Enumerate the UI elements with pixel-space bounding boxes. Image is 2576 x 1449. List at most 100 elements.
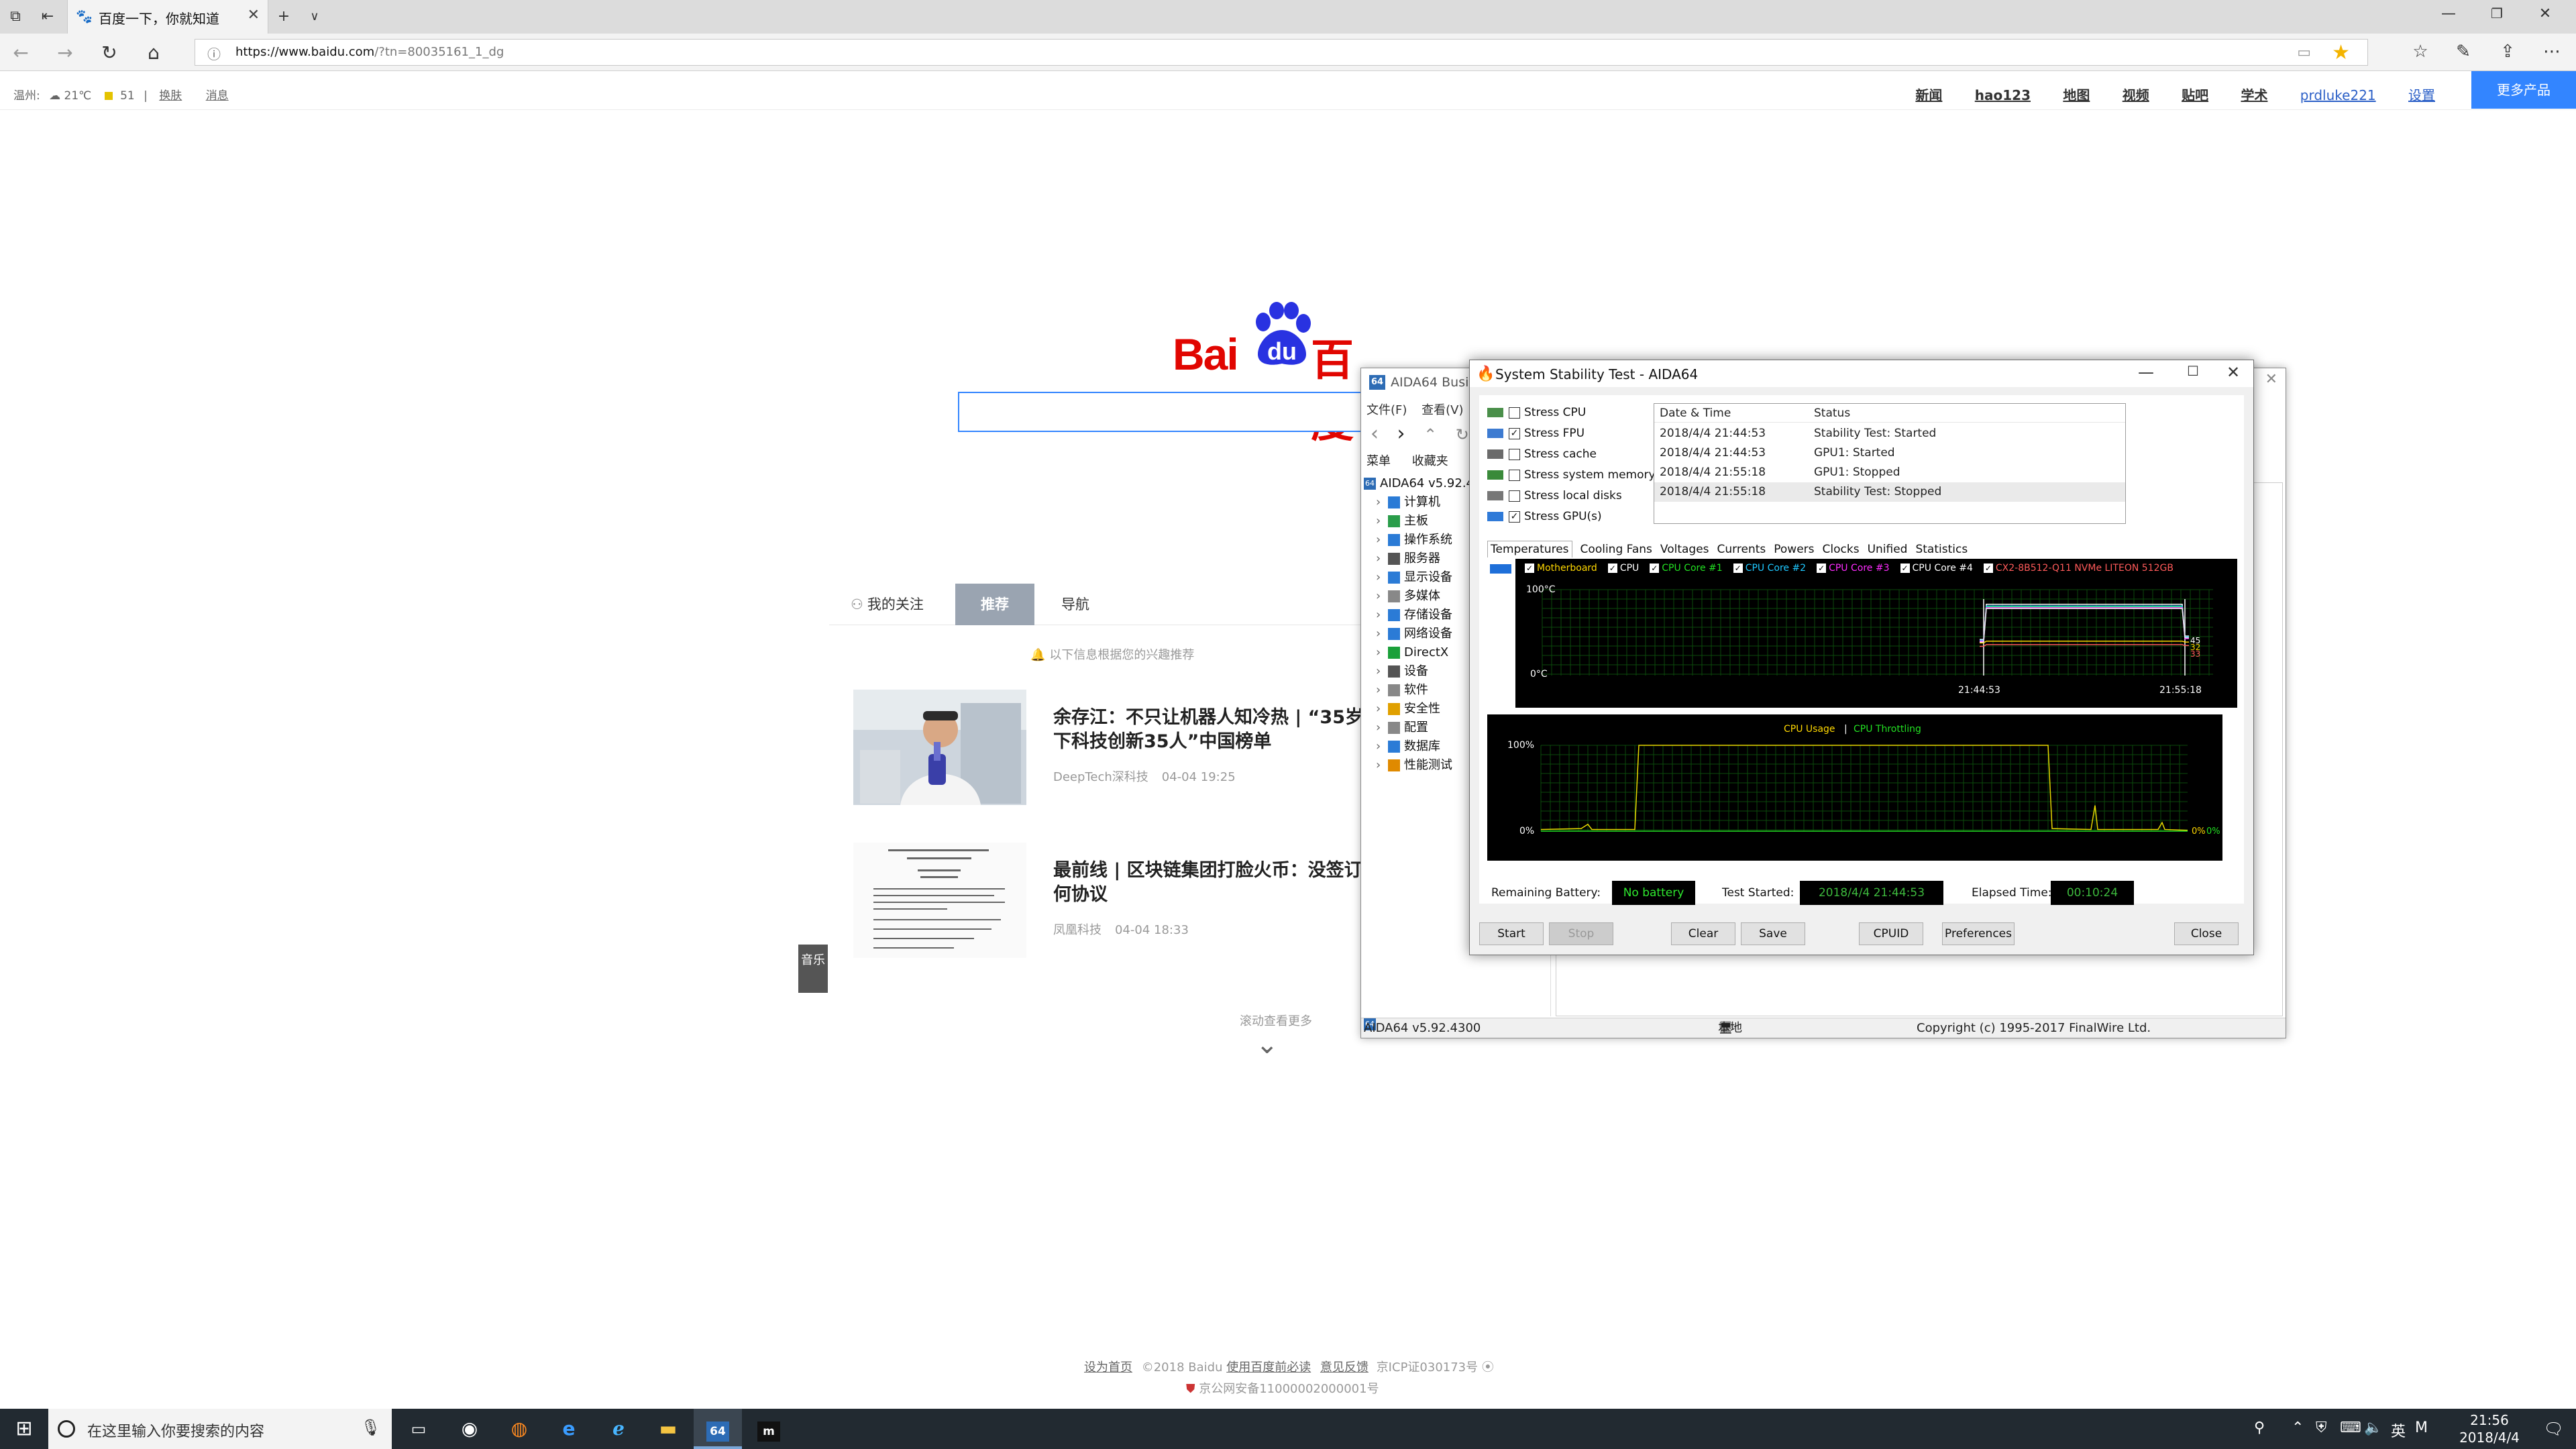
checkbox[interactable]: ✓ xyxy=(1509,427,1520,439)
msi-afterburner-icon[interactable]: m xyxy=(745,1409,793,1449)
close-tab-icon[interactable]: ✕ xyxy=(248,7,260,23)
music-side-tab[interactable]: 音乐 xyxy=(798,945,828,993)
expand-chevron-icon[interactable]: › xyxy=(1376,737,1388,756)
preferences-button[interactable]: Preferences xyxy=(1942,922,2015,945)
clear-button[interactable]: Clear xyxy=(1671,922,1735,945)
expand-chevron-icon[interactable]: › xyxy=(1376,493,1388,512)
internet-explorer-icon[interactable]: ℯ xyxy=(594,1409,643,1449)
tray-chevron-icon[interactable]: ⌃ xyxy=(2292,1419,2304,1436)
expand-chevron-icon[interactable]: › xyxy=(1376,512,1388,531)
back-arrow-icon[interactable]: ‹ xyxy=(1371,422,1379,445)
news-item[interactable]: 最前线 | 区块链集团打脸火币：没签订任何协议 凤凰科技 04-04 18:33 xyxy=(853,843,1386,967)
web-note-icon[interactable]: ✎ xyxy=(2451,42,2475,62)
set-aside-tabs-icon[interactable]: ⇤ xyxy=(38,7,58,27)
stress-option[interactable]: Stress CPU xyxy=(1487,403,1586,422)
checkbox[interactable]: ✓ xyxy=(1509,511,1520,523)
close-button[interactable]: Close xyxy=(2174,922,2239,945)
nav-map[interactable]: 地图 xyxy=(2063,87,2090,103)
nav-hao123[interactable]: hao123 xyxy=(1975,87,2031,103)
news-headline[interactable]: 最前线 | 区块链集团打脸火币：没签订任何协议 xyxy=(1053,859,1389,907)
tab-navigation[interactable]: 导航 xyxy=(1061,584,1089,625)
checkbox[interactable] xyxy=(1509,407,1520,419)
graph-tab[interactable]: Powers xyxy=(1774,543,1814,556)
restore-icon[interactable]: ❐ xyxy=(2483,5,2510,21)
expand-chevron-icon[interactable]: › xyxy=(1376,625,1388,643)
aida64-taskbar-icon[interactable]: 64 xyxy=(694,1409,742,1449)
people-icon[interactable]: ⚲ xyxy=(2254,1419,2265,1436)
feedback-link[interactable]: 意见反馈 xyxy=(1320,1360,1368,1375)
maximize-icon[interactable]: ☐ xyxy=(2173,363,2213,379)
nav-news[interactable]: 新闻 xyxy=(1915,87,1942,103)
taskbar-clock[interactable]: 21:56 2018/4/4 xyxy=(2453,1411,2526,1446)
minimize-icon[interactable]: — xyxy=(2435,5,2462,22)
must-read-link[interactable]: 使用百度前必读 xyxy=(1226,1360,1311,1375)
expand-chevron-icon[interactable]: › xyxy=(1376,662,1388,681)
tab-favorites[interactable]: 收藏夹 xyxy=(1412,454,1448,468)
set-home-link[interactable]: 设为首页 xyxy=(1084,1360,1132,1375)
new-tab-icon[interactable]: + xyxy=(274,7,294,27)
stress-option[interactable]: Stress local disks xyxy=(1487,486,1622,505)
windows-start-icon[interactable]: ⊞ xyxy=(0,1409,48,1449)
close-window-icon[interactable]: ✕ xyxy=(2532,5,2559,22)
tab-my-follow[interactable]: ⚇ 我的关注 xyxy=(851,584,924,625)
home-icon[interactable]: ⌂ xyxy=(142,42,165,64)
favorite-star-icon[interactable]: ★ xyxy=(2332,41,2350,64)
tab-preview-chevron-icon[interactable]: ∨ xyxy=(305,7,325,27)
stress-option[interactable]: Stress cache xyxy=(1487,445,1597,464)
tab-recommend[interactable]: 推荐 xyxy=(955,584,1034,625)
log-row[interactable]: 2018/4/4 21:44:53 GPU1: Started xyxy=(1654,443,2125,463)
graph-tab[interactable]: Temperatures xyxy=(1487,541,1572,557)
event-log[interactable]: Date & Time Status 2018/4/4 21:44:53 Stab… xyxy=(1654,403,2126,524)
start-button[interactable]: Start xyxy=(1479,922,1544,945)
close-icon[interactable]: ✕ xyxy=(2265,371,2277,388)
user-link[interactable]: prdluke221 xyxy=(2300,87,2376,103)
graph-tab[interactable]: Statistics xyxy=(1915,543,1968,556)
graph-tab[interactable]: Clocks xyxy=(1823,543,1860,556)
log-row[interactable]: 2018/4/4 21:44:53 Stability Test: Started xyxy=(1654,424,2125,443)
back-icon[interactable]: ← xyxy=(9,42,32,64)
cpuid-button[interactable]: CPUID xyxy=(1859,922,1923,945)
expand-chevron-icon[interactable]: › xyxy=(1376,700,1388,718)
graph-tab[interactable]: Currents xyxy=(1717,543,1766,556)
taskbar-search-box[interactable]: 在这里输入你要搜索的内容 🎙 xyxy=(48,1409,392,1449)
chrome-icon[interactable]: ◉ xyxy=(445,1409,494,1449)
ime-mode-icon[interactable]: M xyxy=(2415,1419,2428,1436)
settings-link[interactable]: 设置 xyxy=(2408,87,2435,103)
chevron-down-icon[interactable]: ⌄ xyxy=(1256,1029,1279,1060)
log-row[interactable]: 2018/4/4 21:55:18 Stability Test: Stopped xyxy=(1654,482,2125,502)
more-menu-icon[interactable]: ⋯ xyxy=(2540,42,2564,62)
refresh-icon[interactable]: ↻ xyxy=(98,42,121,64)
edge-icon[interactable]: e xyxy=(545,1409,593,1449)
menu-file[interactable]: 文件(F) xyxy=(1366,403,1407,417)
share-icon[interactable]: ⇪ xyxy=(2496,42,2520,62)
expand-chevron-icon[interactable]: › xyxy=(1376,643,1388,662)
news-thumbnail[interactable] xyxy=(853,690,1026,805)
news-item[interactable]: 余存江：不只让机器人知冷热 | “35岁以下科技创新35人”中国榜单 DeepT… xyxy=(853,690,1386,814)
nav-tieba[interactable]: 贴吧 xyxy=(2182,87,2208,103)
file-explorer-icon[interactable]: ▬ xyxy=(644,1409,692,1449)
expand-chevron-icon[interactable]: › xyxy=(1376,549,1388,568)
menu-view[interactable]: 查看(V) xyxy=(1421,403,1463,417)
up-arrow-icon[interactable]: ⌃ xyxy=(1424,425,1437,444)
url-field[interactable]: ⓘ https://www.baidu.com/?tn=80035161_1_d… xyxy=(195,39,2368,66)
expand-chevron-icon[interactable]: › xyxy=(1376,756,1388,775)
task-view-icon[interactable]: ▭ xyxy=(394,1409,443,1449)
expand-chevron-icon[interactable]: › xyxy=(1376,587,1388,606)
firefox-icon[interactable]: ◍ xyxy=(495,1409,543,1449)
stress-option[interactable]: ✓ Stress GPU(s) xyxy=(1487,507,1602,526)
tab-baidu[interactable]: 🐾 百度一下，你就知道 ✕ xyxy=(67,0,268,34)
favorites-hub-icon[interactable]: ☆ xyxy=(2408,42,2432,62)
reading-view-icon[interactable]: ▭ xyxy=(2297,44,2311,61)
stress-option[interactable]: ✓ Stress FPU xyxy=(1487,424,1585,443)
stress-option[interactable]: Stress system memory xyxy=(1487,466,1656,484)
graph-tab[interactable]: Voltages xyxy=(1660,543,1709,556)
minimize-icon[interactable]: — xyxy=(2126,363,2166,382)
expand-chevron-icon[interactable]: › xyxy=(1376,718,1388,737)
expand-chevron-icon[interactable]: › xyxy=(1376,531,1388,549)
skin-link[interactable]: 换肤 xyxy=(159,89,182,103)
expand-chevron-icon[interactable]: › xyxy=(1376,606,1388,625)
site-info-icon[interactable]: ⓘ xyxy=(207,44,221,63)
message-link[interactable]: 消息 xyxy=(206,89,229,103)
nav-xueshu[interactable]: 学术 xyxy=(2241,87,2267,103)
microphone-icon[interactable]: 🎙 xyxy=(361,1418,381,1437)
